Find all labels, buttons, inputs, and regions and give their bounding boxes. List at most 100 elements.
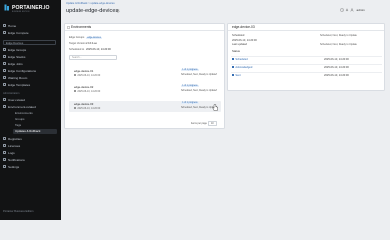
- administration-heading: Administration: [3, 92, 20, 95]
- pagination: Items per page 10: [191, 121, 217, 126]
- status-row: Sent 2025-06-13, 14:20:00: [231, 72, 382, 78]
- device-name: edge-device-01: [74, 69, 94, 74]
- device-updated-note: Scheduled, Next, Ready to Update: [320, 43, 357, 46]
- bell-icon[interactable]: [345, 8, 349, 12]
- status-name: Scheduled: [235, 58, 248, 61]
- sidebar-subitem-tags[interactable]: Tags: [13, 123, 57, 128]
- target-version-label: Target Version: [69, 42, 86, 45]
- status-time: 2025-06-13, 14:20:00: [324, 58, 349, 61]
- device-status: Scheduled, Next, Ready to Update: [181, 90, 217, 92]
- status-time: 2025-06-13, 14:20:00: [324, 74, 349, 77]
- list-item[interactable]: edge-device-03 2025-06-13, 14:20:00 1 of…: [69, 101, 221, 112]
- status-link[interactable]: Scheduled: [232, 57, 248, 63]
- refresh-icon[interactable]: [116, 9, 120, 13]
- edge-jobs-icon: [3, 62, 6, 66]
- status-row: Acknowledged 2025-06-13, 14:20:00: [231, 64, 382, 70]
- edge-groups-icon: [3, 48, 6, 52]
- status-label: Status: [232, 49, 240, 53]
- device-detail-panel: edge-device-03 Scheduled Scheduled, Next…: [227, 23, 385, 91]
- device-time-text: 2025-06-13, 14:20:00: [77, 74, 101, 78]
- edge-groups-label: Edge Groups: [69, 36, 85, 39]
- scheduled-detail: Scheduled to 2025-06-13, 14:20:00: [69, 48, 111, 51]
- target-version-value: 2.16.0-ee: [86, 42, 97, 45]
- sidebar-item-licenses[interactable]: Licenses: [3, 144, 59, 149]
- device-panel-title: edge-device-03: [228, 24, 384, 31]
- status-link[interactable]: Acknowledged: [232, 65, 252, 71]
- items-per-page-label: Items per page: [191, 122, 207, 125]
- environment-select[interactable]: Edge Devices: [3, 40, 56, 45]
- status-row: Scheduled 2025-06-13, 14:20:00: [231, 56, 382, 62]
- user-icon[interactable]: [350, 8, 354, 12]
- progress-badge: 1 of 1 progress: [181, 69, 199, 71]
- sidebar-item-settings[interactable]: Settings: [3, 165, 59, 170]
- sidebar-item-edge-templates[interactable]: Edge Templates: [3, 83, 59, 88]
- sidebar-item-label: Edge Jobs: [8, 62, 23, 66]
- sidebar-item-label: Edge Compute: [8, 31, 29, 35]
- sidebar-item-label: Edge Configurations: [8, 69, 37, 73]
- environments-title: Environments: [71, 25, 92, 29]
- edge-configurations-icon: [3, 69, 6, 73]
- sidebar-item-label: Edge Stacks: [8, 55, 26, 59]
- sidebar-item-waiting-room[interactable]: Waiting Room: [3, 76, 59, 81]
- sidebar-item-edge-stacks[interactable]: Edge Stacks: [3, 55, 59, 60]
- licenses-icon: [3, 144, 6, 148]
- breadcrumb[interactable]: Update & Rollback > update-edge-devices: [66, 2, 115, 5]
- device-updated-label: Last updated: [232, 43, 247, 46]
- device-time: 2025-06-13, 14:20:00: [74, 74, 100, 77]
- status-link[interactable]: Sent: [232, 73, 241, 79]
- edge-stacks-icon: [3, 55, 6, 59]
- app-root: PORTAINER.IO BUSINESS EDITION Home Edge …: [0, 0, 390, 220]
- scheduled-label: Scheduled to: [69, 48, 85, 51]
- help-icon[interactable]: ?: [340, 8, 344, 12]
- portainer-logo[interactable]: PORTAINER.IO BUSINESS EDITION: [4, 4, 58, 18]
- waiting-room-icon: [3, 76, 6, 80]
- sidebar-item-edge-configurations[interactable]: Edge Configurations: [3, 69, 59, 74]
- status-name: Acknowledged: [235, 66, 253, 69]
- list-item[interactable]: edge-device-01 2025-06-13, 14:20:00 1 of…: [69, 68, 221, 79]
- environment-icon: [3, 105, 6, 109]
- device-updated-detail: Last updated: [232, 43, 247, 46]
- search-input[interactable]: Search...: [69, 55, 117, 60]
- device-scheduled-value: 2025-06-13, 14:20:00: [232, 39, 257, 42]
- svg-text:?: ?: [341, 10, 343, 12]
- list-item[interactable]: edge-device-02 2025-06-13, 14:20:00 1 of…: [69, 84, 221, 95]
- sidebar-item-label: Environment-related: [8, 105, 36, 109]
- hand-cursor-icon: [212, 104, 218, 111]
- sidebar-item-environment-related[interactable]: Environment-related: [3, 105, 59, 110]
- edge-templates-icon: [3, 83, 6, 87]
- sidebar-item-label: User-related: [8, 98, 26, 102]
- sidebar-subitem-groups[interactable]: Groups: [13, 117, 57, 122]
- device-time: 2025-06-13, 14:20:00: [74, 107, 100, 110]
- chevron-right-icon: ›: [216, 71, 218, 76]
- device-time: 2025-06-13, 14:20:00: [74, 90, 100, 93]
- sidebar-item-notifications[interactable]: Notifications: [3, 158, 59, 163]
- sidebar-item-user-related[interactable]: User-related: [3, 98, 59, 103]
- sidebar-subitem-environments[interactable]: Environments: [13, 111, 57, 116]
- device-time-text: 2025-06-13, 14:20:00: [77, 107, 101, 111]
- items-per-page-select[interactable]: 10: [207, 121, 217, 126]
- sidebar-item-edge-compute[interactable]: Edge Compute: [3, 31, 59, 36]
- sidebar-item-label: Edge Templates: [8, 83, 31, 87]
- home-icon: [3, 24, 6, 28]
- device-name: edge-device-03: [74, 102, 94, 107]
- sidebar-subitem-updates-rollback[interactable]: Updates & Rollback: [13, 129, 57, 134]
- chevron-right-icon: ›: [216, 87, 218, 92]
- sidebar-item-logs[interactable]: Logs: [3, 151, 59, 156]
- sidebar-item-label: Notifications: [8, 158, 25, 162]
- sidebar-item-label: Registries: [8, 137, 22, 141]
- user-name[interactable]: admin: [357, 8, 365, 12]
- edge-group-tag: edge-devices: [86, 37, 103, 39]
- device-time-text: 2025-06-13, 14:20:00: [77, 90, 101, 94]
- sidebar-item-edge-groups[interactable]: Edge Groups: [3, 48, 59, 53]
- portainer-logo-icon: [4, 4, 9, 11]
- sidebar-item-label: Waiting Room: [8, 76, 28, 80]
- sidebar-item-home[interactable]: Home: [3, 24, 59, 29]
- progress-badge: 1 of 1 progress: [181, 85, 199, 87]
- sidebar-footer: Portainer Business Edition: [3, 210, 34, 213]
- sidebar-item-registries[interactable]: Registries: [3, 137, 59, 142]
- device-scheduled-note: Scheduled, Next, Ready to Update: [320, 34, 357, 37]
- sidebar-item-edge-jobs[interactable]: Edge Jobs: [3, 62, 59, 67]
- device-scheduled-label: Scheduled: [232, 34, 245, 37]
- device-name: edge-device-02: [74, 85, 94, 90]
- environments-panel-header: Environments: [65, 24, 224, 31]
